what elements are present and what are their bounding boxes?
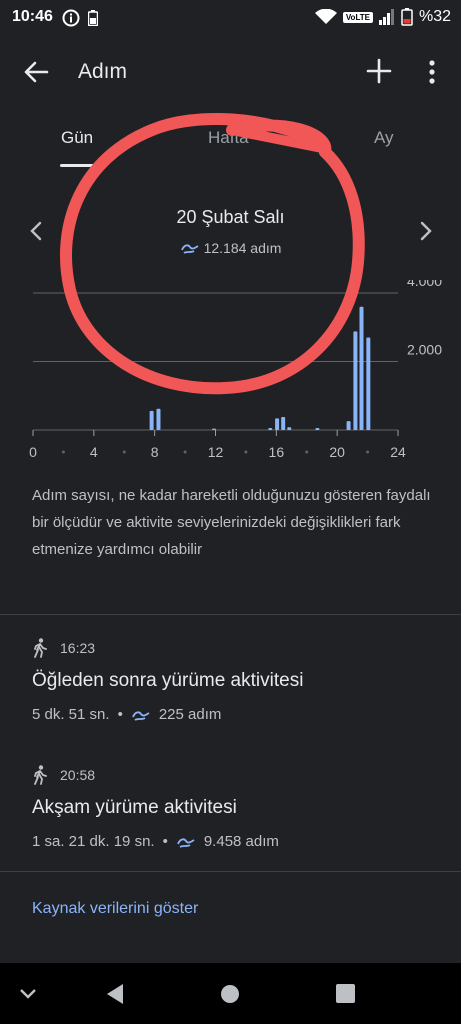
date-header: 20 Şubat Salı 12.184 adım xyxy=(0,200,461,270)
activity-time: 20:58 xyxy=(60,767,96,783)
status-bar: 10:46 VoLTE %32 xyxy=(0,0,461,36)
wifi-icon xyxy=(314,9,337,24)
activity-time: 16:23 xyxy=(60,640,96,656)
x-tick-dot xyxy=(122,450,126,454)
activity-duration: 1 sa. 21 dk. 19 sn. xyxy=(32,833,155,850)
x-tick-label: 16 xyxy=(269,444,285,460)
active-tab-indicator xyxy=(60,164,98,167)
separator-dot: • xyxy=(117,706,123,723)
activity-name: Akşam yürüme aktivitesi xyxy=(32,797,237,818)
selected-date: 20 Şubat Salı xyxy=(176,207,285,227)
show-source-data-link[interactable]: Kaynak verilerini göster xyxy=(32,900,198,918)
chart-bar xyxy=(211,428,216,430)
chart-bar xyxy=(287,427,292,430)
x-tick-dot xyxy=(183,450,187,454)
chart-bar xyxy=(353,331,358,430)
x-tick-label: 8 xyxy=(151,444,159,460)
app-bar: Adım xyxy=(0,40,461,104)
nav-back-icon[interactable] xyxy=(105,983,125,1005)
chart-bar xyxy=(346,421,351,430)
chart-bar xyxy=(268,427,273,430)
x-tick-dot xyxy=(244,450,248,454)
separator-dot: • xyxy=(162,833,168,850)
x-tick-label: 12 xyxy=(208,444,224,460)
walking-icon xyxy=(34,638,47,658)
x-tick-label: 4 xyxy=(90,444,98,460)
nav-recents-icon[interactable] xyxy=(336,984,355,1003)
daily-step-count: 12.184 adım xyxy=(203,240,282,256)
activity-item[interactable]: 16:23 Öğleden sonra yürüme aktivitesi 5 … xyxy=(32,638,432,723)
x-tick-label: 0 xyxy=(29,444,37,460)
chart-bar xyxy=(366,337,371,430)
x-tick-dot xyxy=(61,450,65,454)
steps-bar-chart: 4.000 2.000 0 4 8 12 16 20 24 xyxy=(29,280,442,460)
activity-item[interactable]: 20:58 Akşam yürüme aktivitesi 1 sa. 21 d… xyxy=(32,765,432,850)
walking-icon xyxy=(34,765,47,785)
x-tick-dot xyxy=(366,450,370,454)
nav-home-icon[interactable] xyxy=(220,984,240,1004)
chart-bar xyxy=(359,306,364,430)
signal-icon xyxy=(378,9,394,25)
chart-bar xyxy=(281,416,286,430)
activity-steps: 225 adım xyxy=(158,706,222,723)
status-time: 10:46 xyxy=(12,8,53,25)
system-nav-bar xyxy=(0,963,461,1024)
battery-saver-icon xyxy=(88,10,98,26)
x-tick-label: 24 xyxy=(390,444,406,460)
tab-day[interactable]: Gün xyxy=(61,128,93,148)
divider xyxy=(0,614,461,615)
activity-duration: 5 dk. 51 sn. xyxy=(32,706,110,723)
info-icon xyxy=(62,9,80,27)
back-arrow-icon[interactable] xyxy=(22,58,50,86)
steps-icon xyxy=(177,837,195,848)
page-title: Adım xyxy=(78,60,128,83)
steps-icon xyxy=(131,710,150,721)
chart-bar xyxy=(315,427,320,430)
chart-bar xyxy=(275,418,280,430)
chevron-down-icon[interactable] xyxy=(18,987,38,1001)
daily-step-total: 12.184 adım xyxy=(0,240,461,256)
x-tick-dot xyxy=(305,450,309,454)
steps-description: Adım sayısı, ne kadar hareketli olduğunu… xyxy=(32,487,431,558)
y-tick-label: 2.000 xyxy=(407,342,442,358)
chart-bar xyxy=(156,408,161,430)
divider xyxy=(0,871,461,872)
tab-month[interactable]: Ay xyxy=(374,128,394,148)
battery-percent: %32 xyxy=(418,8,451,25)
chart-bar xyxy=(149,410,154,430)
activity-name: Öğleden sonra yürüme aktivitesi xyxy=(32,670,304,691)
steps-icon xyxy=(180,244,199,254)
x-tick-label: 20 xyxy=(329,444,345,460)
tab-week[interactable]: Hafta xyxy=(208,128,249,148)
period-tabs: Gün Hafta Ay xyxy=(0,120,461,170)
add-icon[interactable] xyxy=(364,56,394,86)
more-vert-icon[interactable] xyxy=(422,58,442,86)
y-tick-label: 4.000 xyxy=(407,280,442,289)
volte-badge: VoLTE xyxy=(342,11,373,23)
activity-steps: 9.458 adım xyxy=(203,833,279,850)
battery-icon xyxy=(401,8,413,26)
